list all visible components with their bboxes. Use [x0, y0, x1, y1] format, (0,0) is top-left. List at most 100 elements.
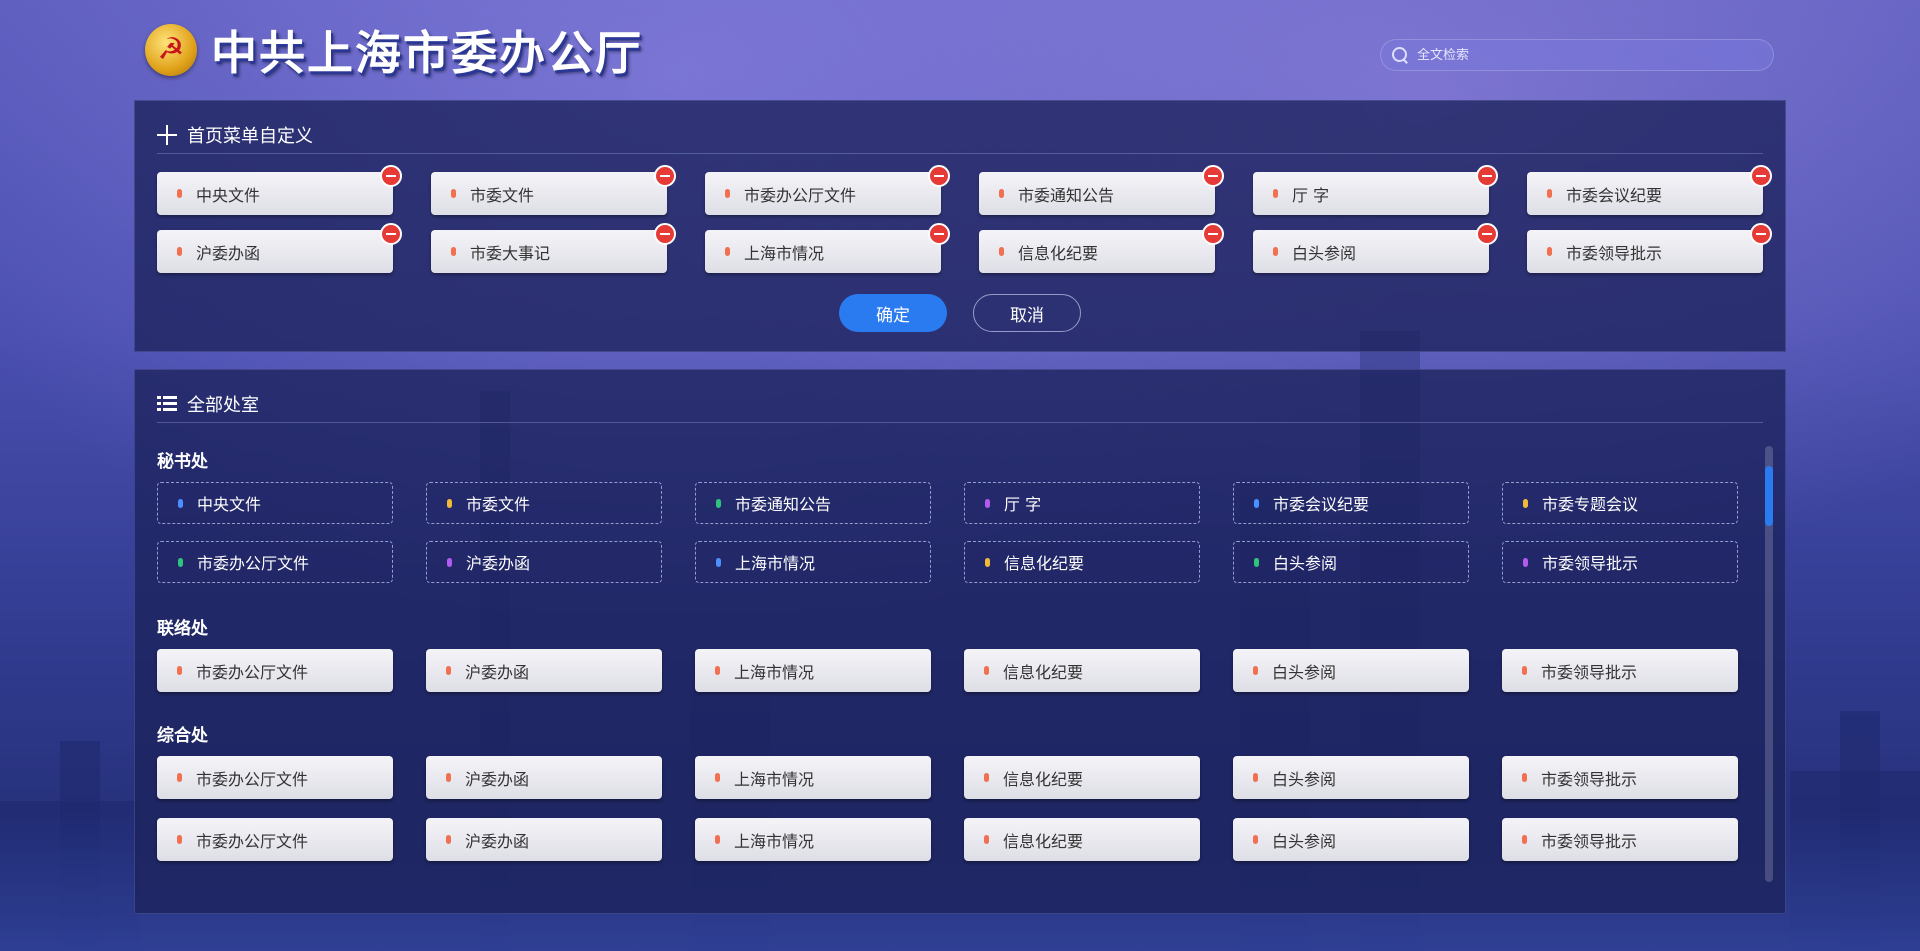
tile-label: 市委通知公告 [1018, 185, 1115, 205]
remove-icon[interactable] [1476, 165, 1498, 187]
menu-tile[interactable]: 市委办公厅文件 [157, 541, 393, 583]
menu-tile[interactable]: 市委办公厅文件 [157, 649, 393, 692]
menu-tile[interactable]: 中央文件 [157, 482, 393, 524]
remove-icon[interactable] [380, 223, 402, 245]
menu-tile[interactable]: 白头参阅 [1233, 649, 1469, 692]
menu-tile[interactable]: 上海市情况 [695, 756, 931, 799]
tile-dot-icon [1522, 666, 1527, 675]
menu-tile[interactable]: 市委通知公告 [979, 165, 1224, 215]
tile-label: 白头参阅 [1272, 769, 1337, 789]
tile-label: 上海市情况 [734, 831, 815, 851]
tile-dot-icon [446, 835, 451, 844]
remove-icon[interactable] [928, 223, 950, 245]
menu-tile[interactable]: 市委会议纪要 [1527, 165, 1772, 215]
menu-tile[interactable]: 市委通知公告 [695, 482, 931, 524]
tile-dot-icon [447, 557, 452, 567]
menu-tile[interactable]: 市委文件 [426, 482, 662, 524]
remove-icon[interactable] [1202, 223, 1224, 245]
menu-tile[interactable]: 市委领导批示 [1502, 649, 1738, 692]
menu-tile[interactable]: 上海市情况 [695, 649, 931, 692]
tile-dot-icon [725, 247, 730, 256]
remove-icon[interactable] [380, 165, 402, 187]
menu-tile[interactable]: 信息化纪要 [964, 756, 1200, 799]
tile-dot-icon [1253, 835, 1258, 844]
menu-tile[interactable]: 上海市情况 [695, 818, 931, 861]
menu-tile[interactable]: 沪委办函 [426, 541, 662, 583]
remove-icon[interactable] [928, 165, 950, 187]
menu-tile[interactable]: 厅 字 [964, 482, 1200, 524]
menu-tile[interactable]: 市委领导批示 [1502, 818, 1738, 861]
tile-dot-icon [1523, 557, 1528, 567]
search-input[interactable] [1417, 47, 1757, 63]
tile-dot-icon [715, 835, 720, 844]
tile-label: 市委领导批示 [1541, 769, 1638, 789]
tile-label: 沪委办函 [465, 662, 530, 682]
tile-label: 信息化纪要 [1003, 769, 1084, 789]
remove-icon[interactable] [1750, 223, 1772, 245]
remove-icon[interactable] [1202, 165, 1224, 187]
menu-tile[interactable]: 信息化纪要 [979, 223, 1224, 273]
tile-label: 沪委办函 [196, 243, 261, 263]
menu-tile[interactable]: 市委领导批示 [1527, 223, 1772, 273]
menu-tile[interactable]: 信息化纪要 [964, 649, 1200, 692]
remove-icon[interactable] [1750, 165, 1772, 187]
tile-dot-icon [1273, 247, 1278, 256]
menu-tile[interactable]: 上海市情况 [695, 541, 931, 583]
remove-icon[interactable] [654, 165, 676, 187]
menu-tile[interactable]: 白头参阅 [1233, 818, 1469, 861]
menu-tile[interactable]: 白头参阅 [1233, 756, 1469, 799]
menu-tile[interactable]: 市委办公厅文件 [157, 756, 393, 799]
tile-label: 市委会议纪要 [1273, 495, 1370, 514]
app-title: 中共上海市委办公厅 [211, 26, 643, 80]
remove-icon[interactable] [1476, 223, 1498, 245]
menu-tile[interactable]: 沪委办函 [426, 649, 662, 692]
scrollbar[interactable] [1765, 446, 1773, 882]
menu-tile[interactable]: 白头参阅 [1253, 223, 1498, 273]
tile-label: 市委专题会议 [1542, 495, 1639, 514]
tile-dot-icon [178, 557, 183, 567]
tile-label: 沪委办函 [465, 831, 530, 851]
remove-icon[interactable] [654, 223, 676, 245]
tile-dot-icon [177, 247, 182, 256]
tile-label: 市委会议纪要 [1566, 185, 1663, 205]
section-grid-zonghechu: 市委办公厅文件 沪委办函 上海市情况 信息化纪要 白头参阅 市委领导批示 市委办公厅文件 沪委… [157, 756, 1738, 861]
menu-tile[interactable]: 沪委办函 [426, 756, 662, 799]
menu-tile[interactable]: 沪委办函 [157, 223, 402, 273]
section-label-lianluochu: 联络处 [157, 619, 208, 639]
tile-dot-icon [451, 189, 456, 198]
menu-tile[interactable]: 市委办公厅文件 [705, 165, 950, 215]
tile-dot-icon [1254, 557, 1259, 567]
tile-dot-icon [1547, 189, 1552, 198]
menu-tile[interactable]: 信息化纪要 [964, 818, 1200, 861]
scrollbar-thumb[interactable] [1765, 466, 1773, 526]
tile-label: 市委办公厅文件 [196, 769, 309, 789]
cancel-button[interactable]: 取消 [973, 294, 1081, 332]
tile-label: 上海市情况 [734, 662, 815, 682]
confirm-button[interactable]: 确定 [839, 294, 947, 332]
menu-tile[interactable]: 白头参阅 [1233, 541, 1469, 583]
tile-dot-icon [177, 835, 182, 844]
menu-tile[interactable]: 市委文件 [431, 165, 676, 215]
menu-tile[interactable]: 上海市情况 [705, 223, 950, 273]
menu-tile[interactable]: 市委会议纪要 [1233, 482, 1469, 524]
menu-tile[interactable]: 市委专题会议 [1502, 482, 1738, 524]
menu-tile[interactable]: 市委领导批示 [1502, 756, 1738, 799]
menu-tile[interactable]: 市委领导批示 [1502, 541, 1738, 583]
tile-label: 中央文件 [197, 495, 262, 514]
search-icon[interactable] [1391, 46, 1409, 64]
search-box[interactable] [1380, 39, 1774, 71]
menu-tile[interactable]: 沪委办函 [426, 818, 662, 861]
all-offices-panel: 全部处室 秘书处 中央文件 市委文件 市委通知公告 厅 字 市委会议纪要 市委专题会议 市委… [134, 369, 1786, 914]
tile-label: 市委领导批示 [1541, 662, 1638, 682]
tile-dot-icon [985, 557, 990, 567]
menu-tile[interactable]: 市委大事记 [431, 223, 676, 273]
menu-tile[interactable]: 中央文件 [157, 165, 402, 215]
menu-tile[interactable]: 厅 字 [1253, 165, 1498, 215]
menu-tile[interactable]: 信息化纪要 [964, 541, 1200, 583]
tile-label: 上海市情况 [744, 243, 825, 263]
tile-label: 沪委办函 [465, 769, 530, 789]
tile-dot-icon [1253, 773, 1258, 782]
tile-label: 白头参阅 [1272, 662, 1337, 682]
all-offices-title: 全部处室 [187, 394, 259, 416]
menu-tile[interactable]: 市委办公厅文件 [157, 818, 393, 861]
